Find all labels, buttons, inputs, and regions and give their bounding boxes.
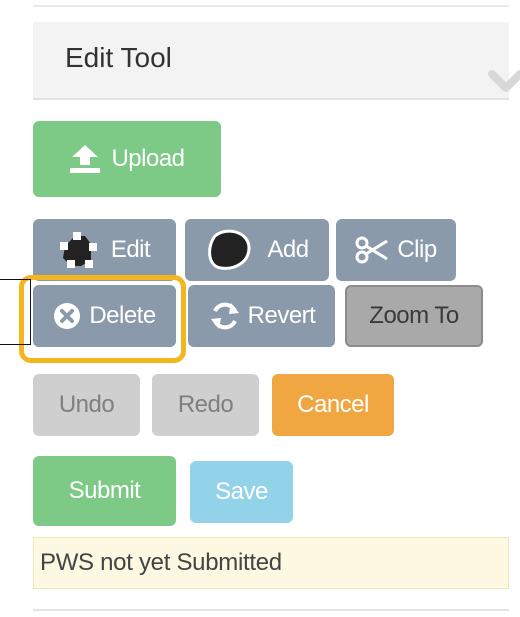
submit-label: Submit bbox=[68, 477, 141, 504]
cancel-label: Cancel bbox=[297, 391, 369, 418]
top-divider bbox=[33, 5, 509, 7]
zoom-to-button[interactable]: Zoom To bbox=[345, 285, 483, 347]
callout-line-vertical bbox=[30, 279, 31, 345]
bottom-divider bbox=[33, 609, 509, 611]
panel-header[interactable]: Edit Tool bbox=[33, 22, 520, 100]
edit-shape-icon bbox=[59, 230, 99, 270]
callout-line-top bbox=[0, 279, 30, 280]
clip-label: Clip bbox=[397, 236, 437, 263]
chevron-down-icon[interactable] bbox=[488, 70, 520, 99]
edit-label: Edit bbox=[110, 236, 151, 263]
undo-label: Undo bbox=[58, 391, 115, 418]
save-button[interactable]: Save bbox=[190, 461, 293, 523]
upload-label: Upload bbox=[111, 145, 185, 172]
panel-title: Edit Tool bbox=[65, 42, 172, 73]
cancel-button[interactable]: Cancel bbox=[272, 374, 394, 436]
upload-button[interactable]: Upload bbox=[33, 121, 221, 197]
callout-line-bottom bbox=[0, 344, 30, 345]
revert-label: Revert bbox=[247, 302, 316, 329]
add-label: Add bbox=[267, 236, 309, 263]
revert-button[interactable]: Revert bbox=[188, 285, 335, 347]
save-label: Save bbox=[215, 478, 268, 505]
add-button[interactable]: Add bbox=[185, 219, 329, 281]
upload-icon bbox=[69, 144, 101, 174]
submit-button[interactable]: Submit bbox=[33, 456, 176, 526]
status-message: PWS not yet Submitted bbox=[33, 537, 509, 589]
scissors-icon bbox=[355, 235, 389, 265]
zoom-to-label: Zoom To bbox=[369, 302, 459, 329]
delete-highlight-ring bbox=[19, 275, 186, 363]
undo-button[interactable]: Undo bbox=[33, 374, 140, 436]
edit-button[interactable]: Edit bbox=[33, 219, 176, 281]
redo-label: Redo bbox=[177, 391, 234, 418]
clip-button[interactable]: Clip bbox=[336, 219, 456, 281]
add-shape-icon bbox=[205, 228, 253, 272]
redo-button[interactable]: Redo bbox=[152, 374, 259, 436]
refresh-icon bbox=[208, 299, 242, 333]
